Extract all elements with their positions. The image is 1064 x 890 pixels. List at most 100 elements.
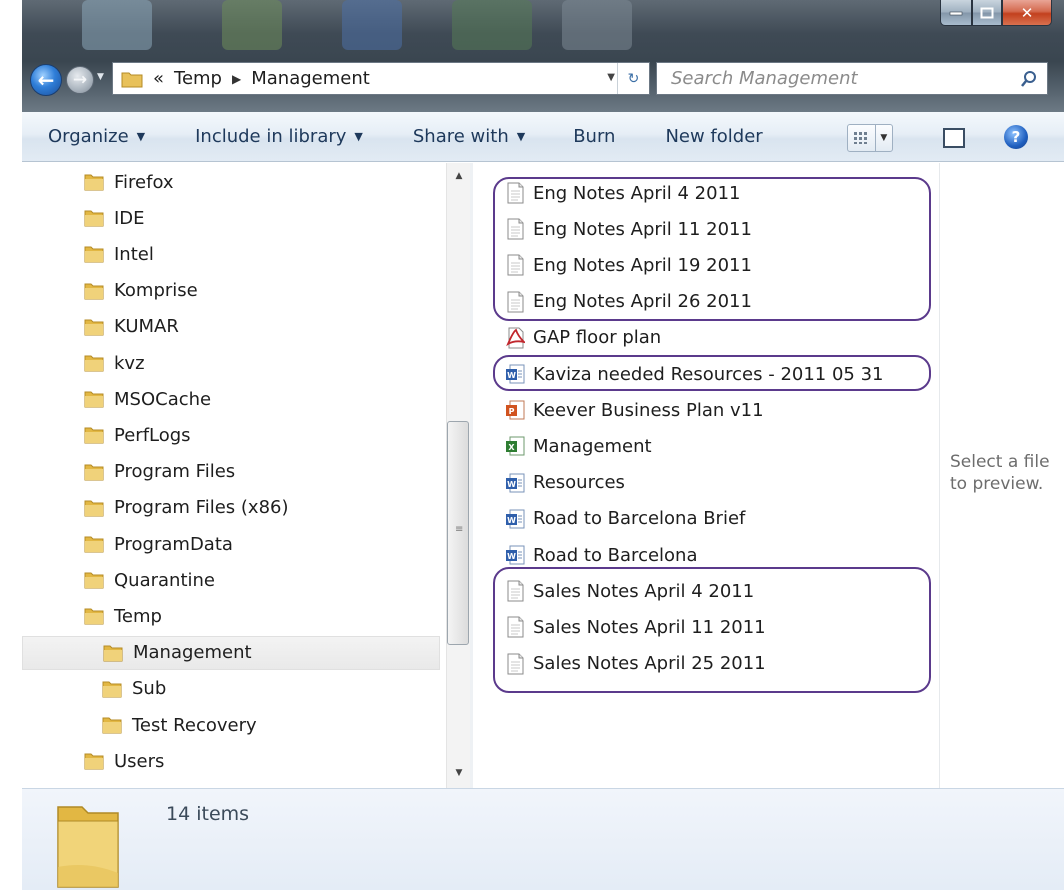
file-list: Eng Notes April 4 2011 Eng Notes April 11… xyxy=(473,163,939,788)
new-folder-button[interactable]: New folder xyxy=(651,126,776,147)
file-item[interactable]: Sales Notes April 25 2011 xyxy=(505,647,766,681)
blurred-desktop-icon xyxy=(342,0,402,50)
svg-text:W: W xyxy=(507,516,516,525)
file-item[interactable]: GAP floor plan xyxy=(505,321,661,355)
include-in-library-label: Include in library xyxy=(195,126,347,147)
folder-icon xyxy=(84,536,104,553)
dropdown-arrow-icon: ▼ xyxy=(354,130,363,143)
blurred-desktop-icon xyxy=(82,0,152,50)
word-document-icon: W xyxy=(506,473,525,493)
nav-tree-item[interactable]: Program Files (x86) xyxy=(84,491,289,525)
file-item[interactable]: Eng Notes April 11 2011 xyxy=(505,212,752,246)
command-bar: Organize ▼ Include in library ▼ Share with… xyxy=(22,112,1064,162)
preview-pane-toggle-icon[interactable] xyxy=(943,128,965,148)
search-input[interactable]: Search Management xyxy=(671,68,858,89)
svg-text:W: W xyxy=(507,552,516,561)
minimize-button[interactable] xyxy=(940,0,972,26)
nav-tree-item[interactable]: IDE xyxy=(84,201,145,235)
refresh-button[interactable]: ↻ xyxy=(617,63,649,94)
blurred-desktop-icon xyxy=(222,0,282,50)
caption-buttons: ✕ xyxy=(940,0,1052,26)
nav-tree-label: ProgramData xyxy=(114,533,233,555)
close-button[interactable]: ✕ xyxy=(1002,0,1052,26)
breadcrumb-temp[interactable]: Temp xyxy=(174,68,222,89)
nav-tree-item[interactable]: Temp xyxy=(84,599,162,633)
nav-tree-item[interactable]: Intel xyxy=(84,237,154,271)
svg-text:W: W xyxy=(507,480,516,489)
scrollbar-thumb[interactable]: ≡ xyxy=(447,421,469,645)
file-name: Keever Business Plan v11 xyxy=(533,399,764,421)
maximize-button[interactable] xyxy=(972,0,1002,26)
nav-tree-item[interactable]: Quarantine xyxy=(84,563,215,597)
file-item[interactable]: W Resources xyxy=(505,466,625,500)
share-with-menu[interactable]: Share with ▼ xyxy=(399,126,539,147)
nav-tree-label: MSOCache xyxy=(114,388,212,410)
recent-pages-dropdown[interactable]: ▼ xyxy=(97,72,109,88)
text-document-icon xyxy=(507,580,524,602)
file-item[interactable]: Sales Notes April 4 2011 xyxy=(505,574,754,608)
file-name: Sales Notes April 4 2011 xyxy=(533,580,755,602)
minimize-icon xyxy=(949,11,963,15)
view-dropdown-icon[interactable]: ▼ xyxy=(874,125,892,151)
nav-tree-label: kvz xyxy=(114,352,145,374)
file-item[interactable]: Eng Notes April 26 2011 xyxy=(505,285,752,319)
file-item[interactable]: X Management xyxy=(505,429,652,463)
nav-tree-item[interactable]: PerfLogs xyxy=(84,418,191,452)
organize-menu[interactable]: Organize ▼ xyxy=(22,126,159,147)
nav-tree-item[interactable]: Sub xyxy=(102,672,166,706)
nav-tree-item[interactable]: Test Recovery xyxy=(102,708,257,742)
breadcrumb: « Temp ▶ Management xyxy=(153,68,370,89)
word-document-icon: W xyxy=(506,364,525,384)
search-box[interactable]: Search Management xyxy=(656,62,1048,95)
scroll-down-icon[interactable]: ▼ xyxy=(447,768,471,778)
nav-tree-item[interactable]: Program Files xyxy=(84,455,235,489)
nav-tree-item[interactable]: MSOCache xyxy=(84,382,211,416)
folder-icon xyxy=(84,572,104,589)
close-icon: ✕ xyxy=(1020,3,1034,22)
text-document-icon xyxy=(507,218,524,240)
nav-tree-label: Komprise xyxy=(114,280,198,302)
help-icon[interactable]: ? xyxy=(1004,125,1028,149)
nav-tree-item[interactable]: Firefox xyxy=(84,165,174,199)
file-item[interactable]: P Keever Business Plan v11 xyxy=(505,393,764,427)
burn-button[interactable]: Burn xyxy=(559,126,629,147)
word-document-icon: W xyxy=(506,545,525,565)
breadcrumb-management[interactable]: Management xyxy=(251,68,370,89)
nav-tree-item[interactable]: KUMAR xyxy=(84,310,179,344)
file-item[interactable]: Sales Notes April 11 2011 xyxy=(505,610,766,644)
grip-icon: ≡ xyxy=(455,524,464,535)
nav-tree-label: Sub xyxy=(132,678,167,700)
file-item[interactable]: Eng Notes April 19 2011 xyxy=(505,248,752,282)
navigation-scrollbar[interactable]: ▲ ≡ ▼ xyxy=(446,163,470,788)
view-icon[interactable] xyxy=(848,125,875,151)
file-item[interactable]: W Kaviza needed Resources - 2011 05 31 xyxy=(505,357,884,391)
scroll-up-icon[interactable]: ▲ xyxy=(447,171,471,181)
breadcrumb-separator-icon[interactable]: ▶ xyxy=(232,72,241,86)
text-document-icon xyxy=(507,254,524,276)
nav-tree-item[interactable]: Users xyxy=(84,744,164,778)
file-name: Road to Barcelona Brief xyxy=(533,508,746,530)
powerpoint-document-icon: P xyxy=(506,400,525,420)
nav-tree-label: Quarantine xyxy=(114,569,215,591)
file-item[interactable]: Eng Notes April 4 2011 xyxy=(505,176,740,210)
nav-tree-item[interactable]: Komprise xyxy=(84,274,198,308)
folder-icon xyxy=(102,681,122,698)
word-document-icon: W xyxy=(506,509,525,529)
preview-pane: Select a file to preview. xyxy=(939,163,1064,788)
change-view-button[interactable]: ▼ xyxy=(847,124,893,152)
nav-tree-item[interactable]: kvz xyxy=(84,346,145,380)
address-bar[interactable]: « Temp ▶ Management ▼ ↻ xyxy=(112,62,650,95)
file-item[interactable]: W Road to Barcelona Brief xyxy=(505,502,745,536)
folder-icon xyxy=(84,246,104,263)
forward-button[interactable]: → xyxy=(66,66,94,94)
file-name: Management xyxy=(533,435,652,457)
back-button[interactable]: ← xyxy=(30,64,62,96)
search-icon[interactable] xyxy=(1019,69,1039,89)
include-in-library-menu[interactable]: Include in library ▼ xyxy=(181,126,377,147)
svg-text:P: P xyxy=(509,407,515,416)
nav-tree-item[interactable]: ProgramData xyxy=(84,527,233,561)
breadcrumb-overflow[interactable]: « xyxy=(153,68,164,89)
address-dropdown-icon[interactable]: ▼ xyxy=(607,72,615,83)
nav-tree-item[interactable]: Management xyxy=(22,635,440,670)
file-item[interactable]: W Road to Barcelona xyxy=(505,538,698,572)
